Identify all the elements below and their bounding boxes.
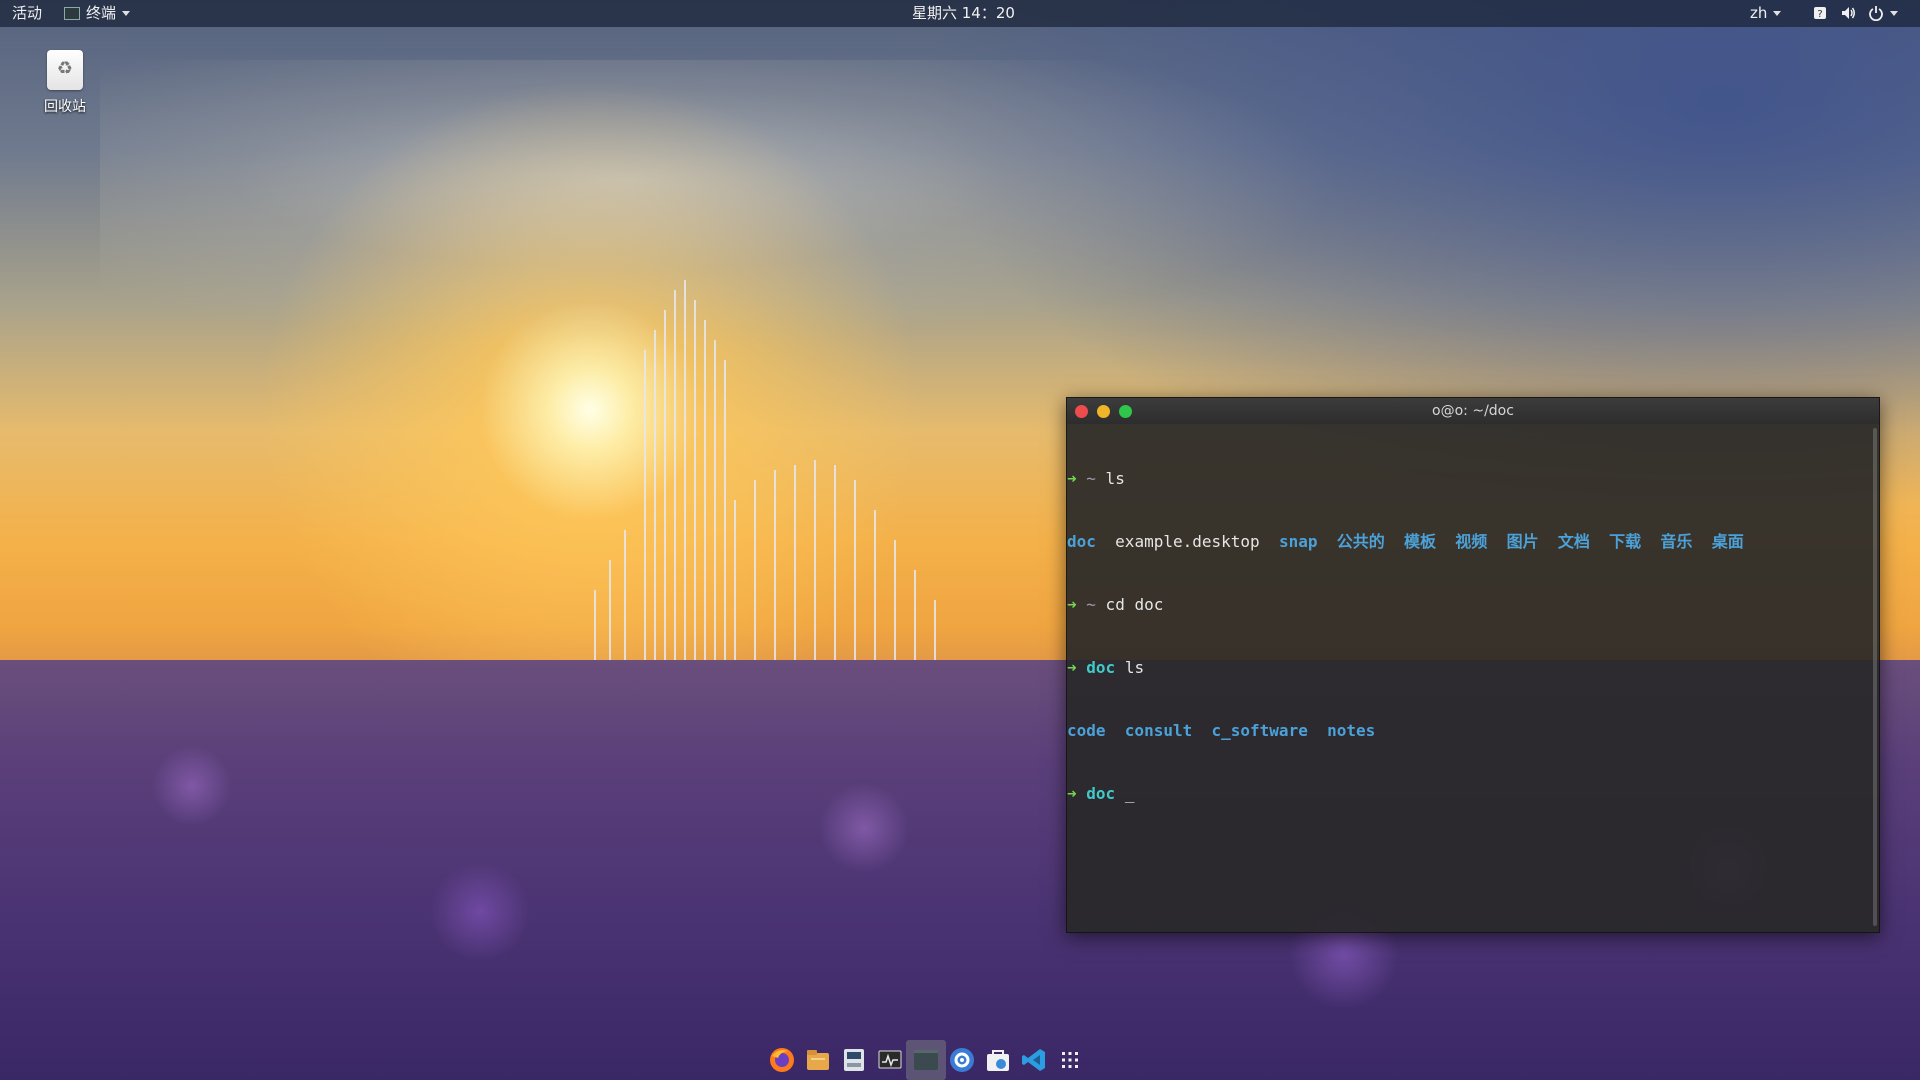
terminal-window[interactable]: o@o: ~/doc ➜ ~ ls doc example.desktop sn… (1066, 397, 1880, 933)
prompt-arrow: ➜ (1067, 658, 1077, 677)
help-icon[interactable]: ? (1812, 5, 1828, 21)
app-menu-label: 终端 (86, 4, 117, 22)
input-method-label: zh (1750, 4, 1768, 22)
terminal-output[interactable]: ➜ ~ ls doc example.desktop snap 公共的 模板 视… (1067, 426, 1871, 932)
ls-entry: code (1067, 721, 1106, 740)
close-button[interactable] (1075, 405, 1088, 418)
command-text: cd doc (1095, 595, 1164, 614)
prompt-path: doc (1086, 658, 1116, 677)
ls-entry: notes (1327, 721, 1376, 740)
command-text: ls (1095, 469, 1125, 488)
app-grid-icon[interactable] (1056, 1046, 1084, 1074)
terminal-line: doc example.desktop snap 公共的 模板 视频 图片 文档… (1067, 531, 1871, 552)
ls-entry: snap (1278, 532, 1318, 551)
ls-entry: 下载 (1609, 532, 1642, 551)
prompt-arrow: ➜ (1067, 469, 1077, 488)
chevron-down-icon (122, 11, 131, 16)
power-icon[interactable] (1868, 5, 1884, 21)
software-store-icon[interactable] (984, 1046, 1012, 1074)
terminal-line: ➜ doc _ (1067, 783, 1871, 804)
ls-entry: example.desktop (1115, 532, 1260, 551)
input-method-menu[interactable]: zh (1750, 0, 1782, 27)
ls-entry: c_software (1211, 721, 1308, 740)
ls-entry: 视频 (1455, 532, 1488, 551)
wallpaper-chapel (594, 280, 936, 710)
terminal-titlebar[interactable]: o@o: ~/doc (1067, 398, 1879, 424)
cursor: _ (1115, 784, 1135, 803)
command-text: ls (1115, 658, 1145, 677)
ls-entry: doc (1067, 532, 1096, 551)
ls-entry: 图片 (1506, 532, 1539, 551)
terminal-scrollbar[interactable] (1873, 428, 1877, 926)
terminal-icon (64, 7, 80, 20)
ls-entry: 音乐 (1660, 532, 1693, 551)
ls-entry: 文档 (1557, 532, 1590, 551)
maximize-button[interactable] (1119, 405, 1132, 418)
ls-entry: consult (1124, 721, 1193, 740)
trash-icon (47, 50, 83, 90)
ls-entry: 桌面 (1711, 532, 1744, 551)
minimize-button[interactable] (1097, 405, 1110, 418)
app-menu[interactable]: 终端 (64, 0, 131, 27)
terminal-line: ➜ ~ ls (1067, 468, 1871, 489)
svg-text:?: ? (1817, 9, 1822, 20)
prompt-arrow: ➜ (1067, 595, 1077, 614)
files-icon[interactable] (804, 1046, 832, 1074)
terminal-icon[interactable] (912, 1046, 940, 1074)
prompt-arrow: ➜ (1067, 784, 1077, 803)
terminal-line: code consult c_software notes (1067, 720, 1871, 741)
settings-icon[interactable] (948, 1046, 976, 1074)
chevron-down-icon[interactable] (1890, 11, 1898, 16)
top-bar: 活动 终端 星期六 14：20 zh ? (0, 0, 1920, 27)
trash-desktop-icon[interactable]: 回收站 (40, 50, 90, 116)
activities-button[interactable]: 活动 (12, 0, 42, 27)
clock[interactable]: 星期六 14：20 (912, 0, 1015, 27)
system-monitor-icon[interactable] (876, 1046, 904, 1074)
terminal-title: o@o: ~/doc (1432, 403, 1514, 419)
ls-entry: 模板 (1404, 532, 1437, 551)
prompt-path: doc (1086, 784, 1116, 803)
firefox-icon[interactable] (768, 1046, 796, 1074)
prompt-path: ~ (1086, 595, 1096, 614)
prompt-path: ~ (1086, 469, 1096, 488)
chevron-down-icon (1773, 11, 1782, 16)
terminal-line: ➜ doc ls (1067, 657, 1871, 678)
vscode-icon[interactable] (1020, 1046, 1048, 1074)
ls-entry: 公共的 (1336, 532, 1385, 551)
dock (762, 1040, 1160, 1080)
volume-icon[interactable] (1840, 5, 1856, 21)
terminal-line: ➜ ~ cd doc (1067, 594, 1871, 615)
disk-icon[interactable] (840, 1046, 868, 1074)
trash-label: 回收站 (44, 99, 86, 115)
